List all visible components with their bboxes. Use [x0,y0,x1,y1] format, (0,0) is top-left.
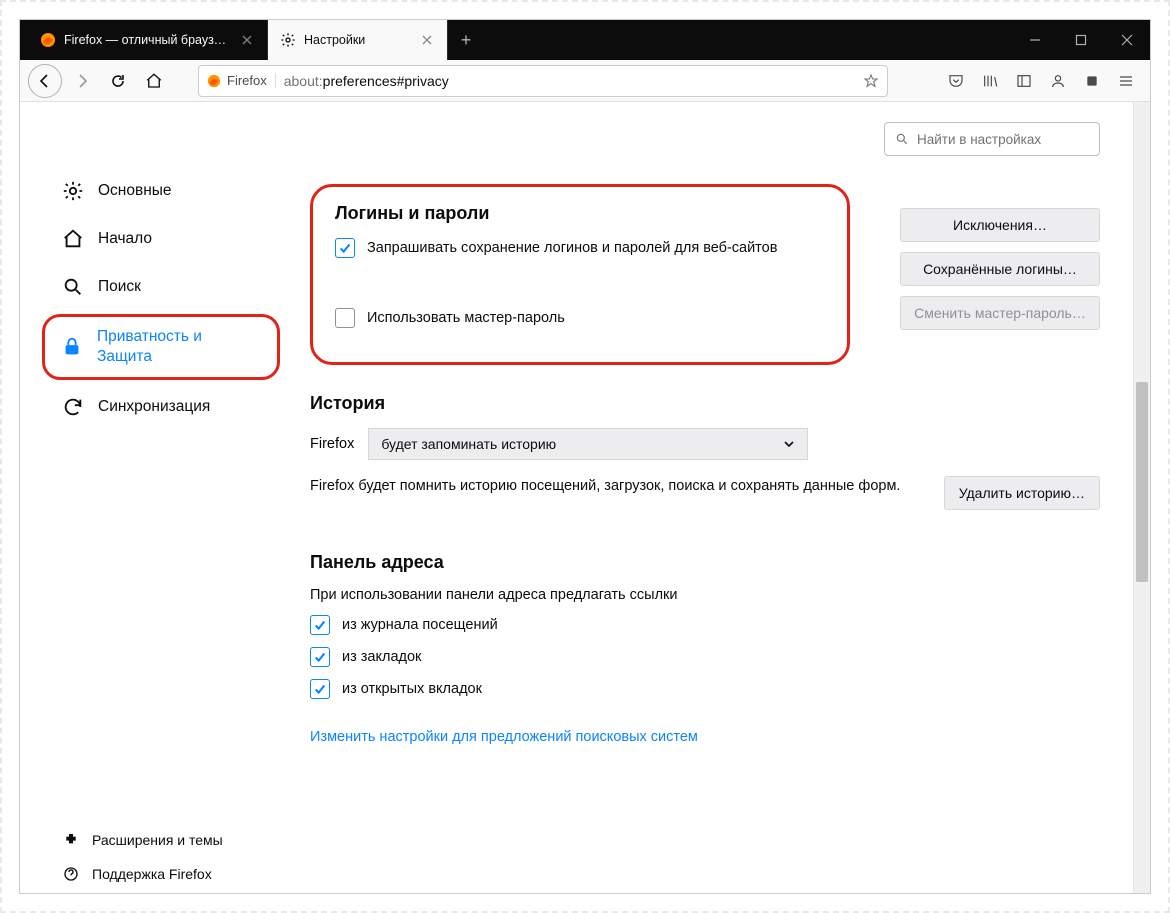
checkbox-label: из журнала посещений [342,617,498,633]
sidebar-item-sync[interactable]: Синхронизация [48,388,280,426]
minimize-button[interactable] [1012,20,1058,60]
back-button[interactable] [28,64,62,98]
sidebar-item-label: Приватность и Защита [97,327,261,367]
tab-label: Настройки [304,33,411,47]
reload-button[interactable] [102,65,134,97]
search-placeholder: Найти в настройках [917,132,1041,147]
checkbox[interactable] [310,647,330,667]
extension-icon[interactable] [1076,65,1108,97]
gear-icon [62,180,84,202]
checkbox[interactable] [310,679,330,699]
sidebar-item-label: Синхронизация [98,397,210,417]
change-master-password-button: Сменить мастер-пароль… [900,296,1100,330]
sidebar-item-support[interactable]: Поддержка Firefox [48,859,280,889]
close-icon[interactable] [239,32,255,48]
close-icon[interactable] [419,32,435,48]
sidebar-item-home[interactable]: Начало [48,220,280,258]
preferences-main: Найти в настройках Исключения… Сохранённ… [280,102,1150,893]
gear-icon [280,32,296,48]
tab-firefox-start[interactable]: Firefox — отличный браузер д [28,20,268,60]
sidebar-item-label: Поддержка Firefox [92,865,212,883]
checkbox[interactable] [310,615,330,635]
checkbox[interactable] [335,238,355,258]
window-controls [1012,20,1150,60]
search-icon [895,132,909,146]
dropdown-value: будет запоминать историю [381,436,556,452]
tab-strip: Firefox — отличный браузер д Настройки + [20,20,1012,60]
checkbox-label: Запрашивать сохранение логинов и паролей… [367,240,777,256]
nav-toolbar: Firefox about:preferences#privacy [20,60,1150,102]
checkbox-row-ask-save[interactable]: Запрашивать сохранение логинов и паролей… [335,238,825,258]
sidebar-item-privacy[interactable]: Приватность и Защита [47,319,275,375]
menu-button[interactable] [1110,65,1142,97]
preferences-sidebar: Основные Начало Поиск Приватность и Защи… [20,102,280,893]
section-heading-history: История [310,393,1100,414]
checkbox-label: из закладок [342,649,421,665]
search-icon [62,276,84,298]
checkbox-row-opentabs-suggest[interactable]: из открытых вкладок [310,679,1100,699]
browser-window: Firefox — отличный браузер д Настройки + [20,20,1150,893]
sidebar-item-search[interactable]: Поиск [48,268,280,306]
checkbox-label: из открытых вкладок [342,681,482,697]
sidebar-item-label: Начало [98,229,152,249]
lock-icon [61,336,83,358]
account-icon[interactable] [1042,65,1074,97]
forward-button[interactable] [66,65,98,97]
home-icon [62,228,84,250]
exceptions-button[interactable]: Исключения… [900,208,1100,242]
search-engine-settings-link[interactable]: Изменить настройки для предложений поиск… [310,729,698,745]
saved-logins-button[interactable]: Сохранённые логины… [900,252,1100,286]
section-heading-addressbar: Панель адреса [310,552,1100,573]
highlight-frame: Приватность и Защита [42,314,280,380]
sidebar-item-general[interactable]: Основные [48,172,280,210]
identity-label: Firefox [227,73,267,88]
highlight-frame: Логины и пароли Запрашивать сохранение л… [310,184,850,365]
checkbox-row-history-suggest[interactable]: из журнала посещений [310,615,1100,635]
url-text: about:preferences#privacy [284,73,855,89]
clear-history-button[interactable]: Удалить историю… [944,476,1100,510]
bookmark-star-icon[interactable] [863,73,879,89]
history-description: Firefox будет помнить историю посещений,… [310,474,924,499]
pocket-icon[interactable] [940,65,972,97]
checkbox-label: Использовать мастер-пароль [367,310,565,326]
new-tab-button[interactable]: + [448,20,484,60]
sidebar-item-addons[interactable]: Расширения и темы [48,825,280,855]
sync-icon [62,396,84,418]
sidebar-item-label: Поиск [98,277,141,297]
scrollbar-thumb[interactable] [1136,382,1148,582]
section-heading-logins: Логины и пароли [335,203,825,224]
preferences-search-input[interactable]: Найти в настройках [884,122,1100,156]
history-prefix-label: Firefox [310,436,354,452]
firefox-icon [40,32,56,48]
preferences-content: Основные Начало Поиск Приватность и Защи… [20,102,1150,893]
chevron-down-icon [783,438,795,450]
library-icon[interactable] [974,65,1006,97]
url-bar[interactable]: Firefox about:preferences#privacy [198,65,888,97]
puzzle-icon [62,831,80,849]
tab-settings[interactable]: Настройки [268,20,448,60]
addressbar-subheading: При использовании панели адреса предлага… [310,587,1100,603]
maximize-button[interactable] [1058,20,1104,60]
tab-label: Firefox — отличный браузер д [64,33,231,47]
checkbox-row-master-password[interactable]: Использовать мастер-пароль [335,308,825,328]
question-icon [62,865,80,883]
firefox-icon [207,74,221,88]
home-button[interactable] [138,65,170,97]
identity-box[interactable]: Firefox [207,73,276,88]
close-window-button[interactable] [1104,20,1150,60]
sidebar-item-label: Расширения и темы [92,831,223,849]
vertical-scrollbar[interactable] [1133,102,1150,893]
history-mode-dropdown[interactable]: будет запоминать историю [368,428,808,460]
titlebar: Firefox — отличный браузер д Настройки + [20,20,1150,60]
sidebar-icon[interactable] [1008,65,1040,97]
checkbox-row-bookmarks-suggest[interactable]: из закладок [310,647,1100,667]
sidebar-item-label: Основные [98,181,172,201]
checkbox[interactable] [335,308,355,328]
